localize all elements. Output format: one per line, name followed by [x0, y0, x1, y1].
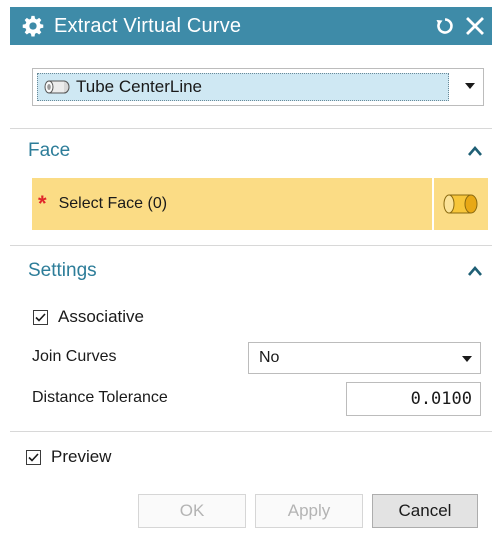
distance-tolerance-input[interactable] [346, 382, 481, 416]
join-curves-value: No [259, 349, 280, 366]
cylinder-face-icon [443, 194, 478, 214]
reset-icon [436, 18, 453, 34]
face-section: Face * Select Face (0) [10, 129, 492, 246]
close-button[interactable] [464, 15, 486, 37]
collapse-settings-icon[interactable] [466, 264, 484, 278]
associative-label: Associative [58, 307, 144, 326]
face-filter-button[interactable] [434, 178, 488, 230]
ok-button-label: OK [179, 501, 205, 520]
gear-icon [22, 15, 44, 37]
cancel-button[interactable]: Cancel [372, 494, 478, 528]
settings-section-header[interactable]: Settings [28, 256, 97, 286]
preview-row: Preview [26, 447, 111, 467]
chevron-down-icon [465, 83, 475, 89]
join-curves-label: Join Curves [32, 348, 117, 365]
join-curves-dropdown[interactable]: No [248, 342, 481, 374]
reset-button[interactable] [434, 15, 456, 37]
required-star: * [38, 191, 47, 216]
type-panel: Tube CenterLine [10, 45, 492, 129]
checkmark-icon [28, 452, 39, 462]
type-dropdown-value: Tube CenterLine [37, 73, 449, 101]
face-section-header[interactable]: Face [28, 136, 70, 166]
select-face-label: Select Face (0) [58, 195, 168, 212]
chevron-down-icon [462, 356, 472, 362]
title-bar: Extract Virtual Curve [10, 7, 492, 45]
dialog-title: Extract Virtual Curve [54, 14, 242, 37]
distance-tolerance-label: Distance Tolerance [32, 389, 168, 406]
settings-section-title: Settings [28, 260, 97, 281]
settings-section: Settings Associative Join Curves No Dist… [10, 246, 492, 432]
type-dropdown-label: Tube CenterLine [76, 77, 203, 96]
checkmark-icon [35, 312, 46, 322]
type-dropdown[interactable]: Tube CenterLine [32, 68, 484, 106]
preview-label: Preview [51, 447, 112, 466]
face-selection-row: * Select Face (0) [32, 178, 488, 230]
tube-icon [44, 80, 70, 94]
collapse-face-icon[interactable] [466, 144, 484, 158]
apply-button-label: Apply [287, 501, 331, 520]
ok-button[interactable]: OK [138, 494, 246, 528]
cancel-button-label: Cancel [398, 501, 452, 520]
apply-button[interactable]: Apply [255, 494, 363, 528]
extract-virtual-curve-dialog: Extract Virtual Curve Tube CenterLine Fa… [0, 0, 493, 533]
associative-checkbox[interactable] [33, 309, 48, 325]
preview-checkbox[interactable] [26, 449, 41, 465]
face-section-title: Face [28, 140, 71, 161]
select-face-button[interactable]: * Select Face (0) [32, 178, 432, 230]
title-actions [434, 15, 486, 37]
close-icon [466, 17, 484, 35]
associative-row: Associative [33, 307, 144, 327]
